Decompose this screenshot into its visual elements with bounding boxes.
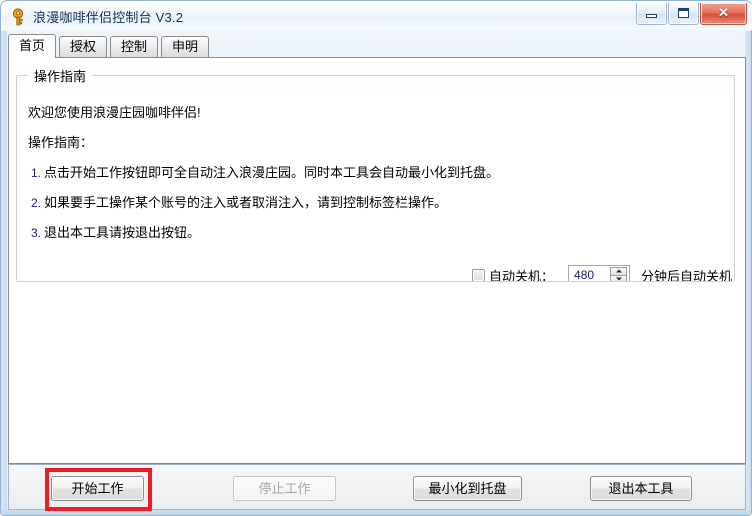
welcome-text: 欢迎您使用浪漫庄园咖啡伴侣! (28, 105, 201, 120)
auto-shutdown-label: 自动关机： (489, 268, 555, 282)
auto-shutdown-checkbox[interactable] (472, 268, 485, 281)
tab-page-home: 操作指南 欢迎您使用浪漫庄园咖啡伴侣! 操作指南： 1. 点击开始工作按钮即可全自… (8, 57, 746, 464)
instruction-number-2: 2. (31, 196, 42, 210)
spin-down-icon (615, 277, 622, 281)
maximize-icon (678, 8, 689, 18)
exit-tool-button[interactable]: 退出本工具 (590, 476, 692, 501)
minimize-to-tray-button[interactable]: 最小化到托盘 (413, 476, 522, 501)
bottom-button-bar: 开始工作 停止工作 最小化到托盘 退出本工具 (8, 464, 746, 510)
stepper-buttons (610, 266, 628, 281)
key-icon (11, 8, 28, 26)
minimize-icon (646, 14, 657, 18)
app-root: 浪漫咖啡伴侣控制台 V3.2 ✕ 首页 授权 控制 申明 操作指南 欢迎您使用浪… (0, 0, 752, 516)
shutdown-minutes-stepper[interactable]: 480 (568, 264, 631, 281)
tab-home[interactable]: 首页 (8, 34, 56, 58)
close-button[interactable]: ✕ (700, 3, 747, 25)
instruction-item-2: 2. 如果要手工操作某个账号的注入或者取消注入，请到控制标签栏操作。 (31, 195, 448, 211)
close-icon: ✕ (718, 5, 729, 20)
start-work-button[interactable]: 开始工作 (51, 476, 144, 501)
instruction-text-1: 点击开始工作按钮即可全自动注入浪漫庄园。同时本工具会自动最小化到托盘。 (44, 165, 500, 180)
window-edge-left (1, 31, 7, 515)
stepper-up-button[interactable] (610, 266, 628, 276)
instruction-text-2: 如果要手工操作某个账号的注入或者取消注入，请到控制标签栏操作。 (44, 195, 448, 210)
title-bar: 浪漫咖啡伴侣控制台 V3.2 ✕ (2, 2, 752, 30)
groupbox-title: 操作指南 (28, 66, 93, 85)
tab-authorize[interactable]: 授权 (59, 36, 107, 57)
groupbox-body: 欢迎您使用浪漫庄园咖啡伴侣! 操作指南： 1. 点击开始工作按钮即可全自动注入浪漫… (17, 94, 734, 281)
tab-control[interactable]: 控制 (110, 36, 158, 57)
instruction-item-1: 1. 点击开始工作按钮即可全自动注入浪漫庄园。同时本工具会自动最小化到托盘。 (31, 165, 500, 181)
tab-statement[interactable]: 申明 (161, 36, 209, 57)
instruction-text-3: 退出本工具请按退出按钮。 (44, 225, 201, 240)
stop-work-button: 停止工作 (233, 476, 336, 501)
window-controls: ✕ (635, 3, 747, 25)
shutdown-minutes-value: 480 (574, 268, 595, 281)
maximize-button[interactable] (668, 3, 699, 25)
auto-shutdown-suffix: 分钟后自动关机 (641, 268, 733, 282)
instruction-item-3: 3. 退出本工具请按退出按钮。 (31, 225, 201, 241)
tab-strip: 首页 授权 控制 申明 (8, 34, 746, 58)
window-title: 浪漫咖啡伴侣控制台 V3.2 (33, 10, 184, 25)
instruction-number-3: 3. (31, 226, 42, 240)
instruction-number-1: 1. (31, 166, 42, 180)
section-heading: 操作指南： (28, 135, 94, 150)
instructions-groupbox: 操作指南 欢迎您使用浪漫庄园咖啡伴侣! 操作指南： 1. 点击开始工作按钮即可全自… (16, 66, 735, 282)
auto-shutdown-row: 自动关机： 480 分钟后自动关机 (472, 264, 732, 281)
stepper-down-button[interactable] (610, 275, 628, 281)
spin-up-icon (615, 269, 622, 273)
application-window: 浪漫咖啡伴侣控制台 V3.2 ✕ 首页 授权 控制 申明 操作指南 欢迎您使用浪… (0, 0, 752, 516)
minimize-button[interactable] (636, 3, 667, 25)
